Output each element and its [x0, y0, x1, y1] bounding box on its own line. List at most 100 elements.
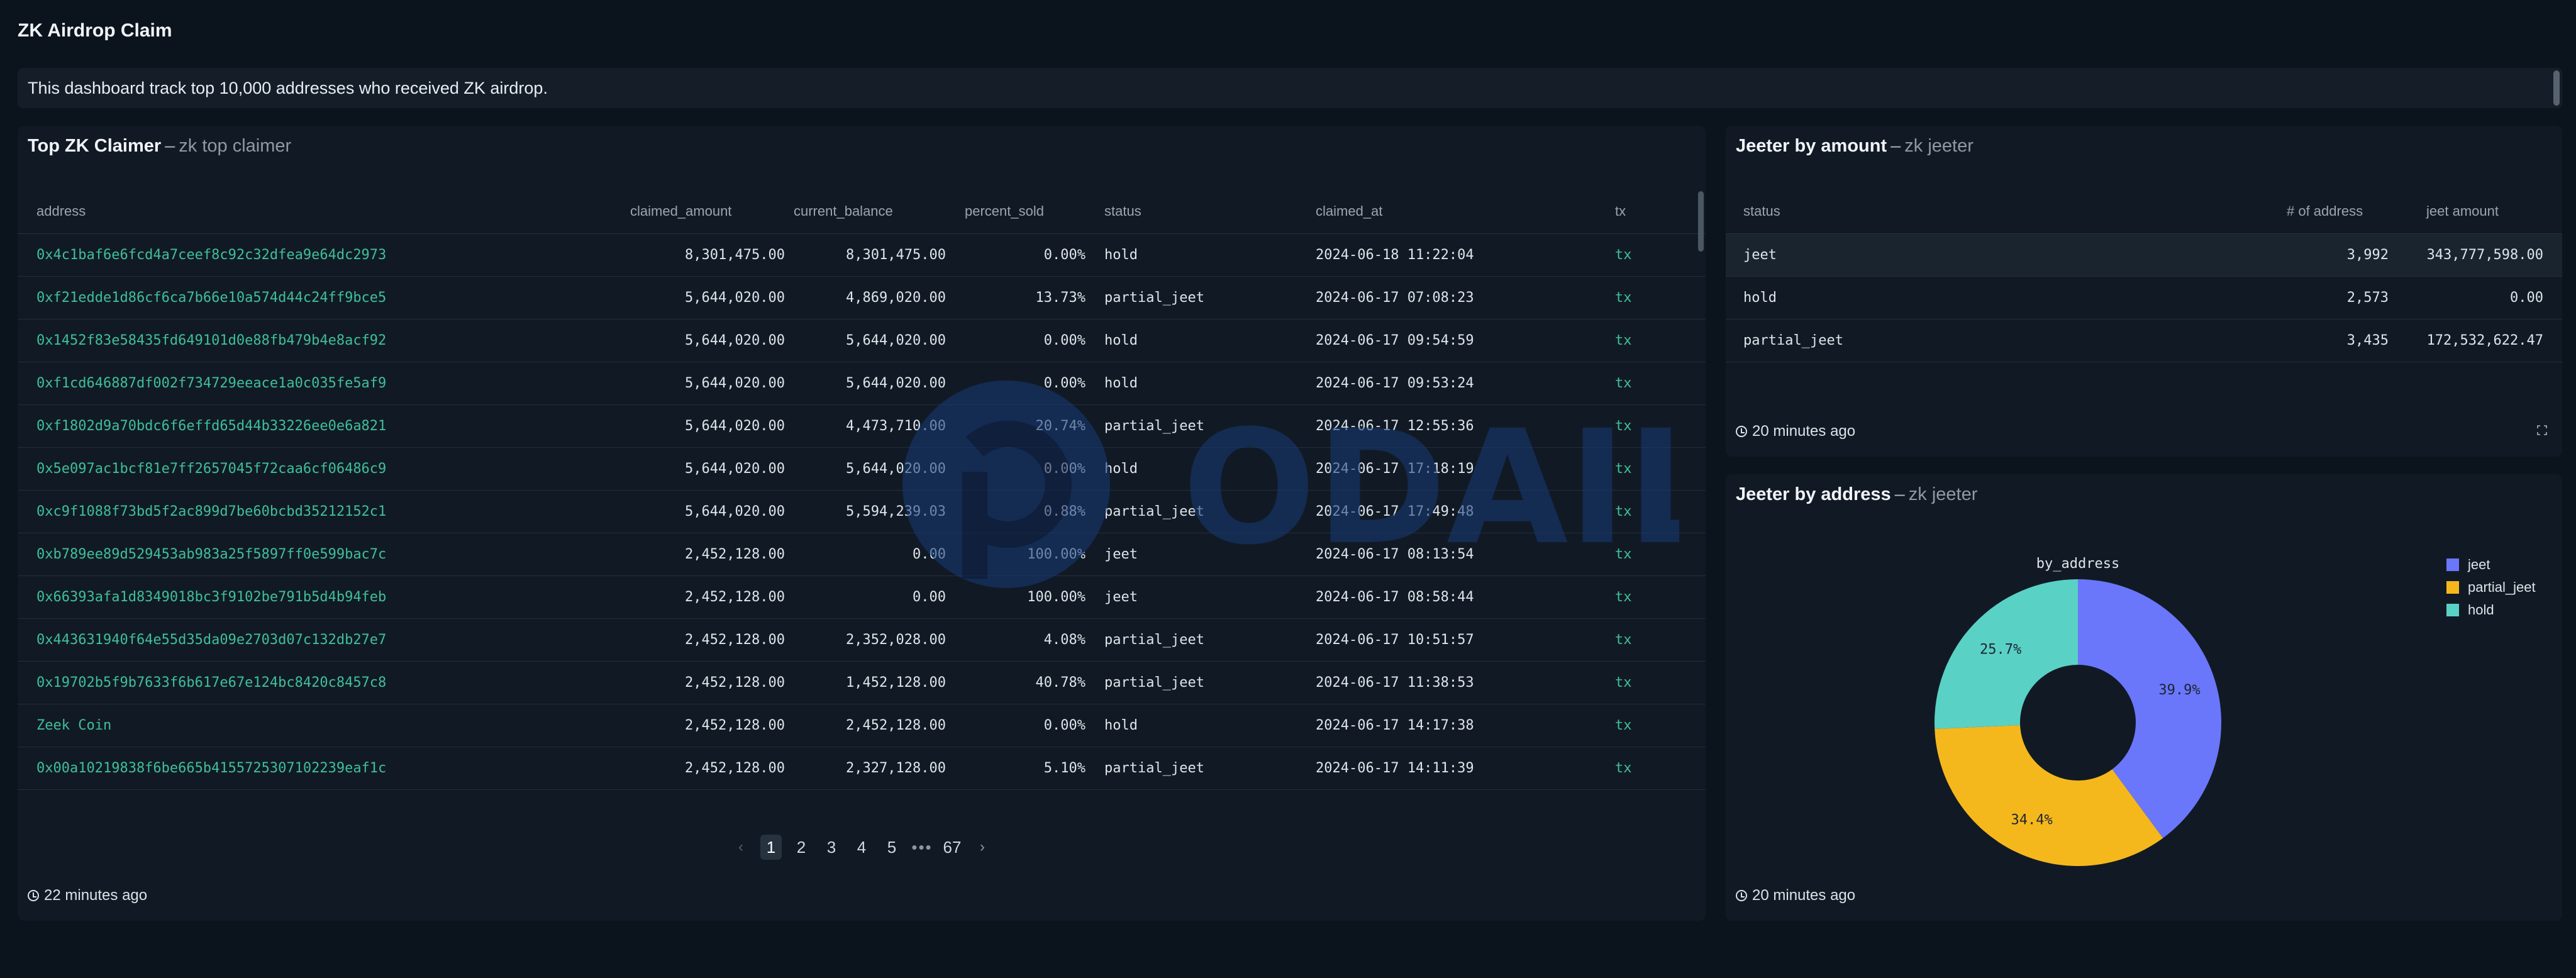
address-cell[interactable]: 0x1452f83e58435fd649101d0e88fb479b4e8acf… — [36, 320, 386, 362]
column-header-current-balance[interactable]: current_balance — [794, 189, 893, 234]
legend-item-hold[interactable]: hold — [2446, 599, 2536, 621]
legend-item-partial-jeet[interactable]: partial_jeet — [2446, 576, 2536, 599]
page-ellipsis[interactable]: ••• — [911, 835, 933, 860]
tx-link[interactable]: tx — [1615, 491, 1632, 533]
column-header-status[interactable]: status — [1743, 189, 1780, 234]
panel-subtitle[interactable]: zk top claimer — [179, 136, 291, 156]
address-cell[interactable]: 0x40f2b1c2662bfd0874fe8ea1d255b764efc85d… — [36, 790, 378, 794]
tx-link[interactable]: tx — [1615, 234, 1632, 277]
tx-link[interactable]: tx — [1615, 576, 1632, 619]
tx-link[interactable]: tx — [1615, 405, 1632, 448]
tx-link[interactable]: tx — [1615, 362, 1632, 405]
status-cell: hold — [1104, 461, 1138, 477]
prev-page-button[interactable]: ‹ — [730, 835, 752, 860]
claimed-at-cell: 2024-06-17 09:54:59 — [1316, 333, 1474, 348]
tx-link[interactable]: tx — [1615, 619, 1632, 662]
tx-link[interactable]: tx — [1615, 448, 1632, 491]
address-cell[interactable]: 0x66393afa1d8349018bc3f9102be791b5d4b94f… — [36, 576, 386, 619]
jeeter-amount-title: Jeeter by amount – zk jeeter — [1736, 136, 1974, 157]
column-header-tx[interactable]: tx — [1615, 189, 1626, 234]
page-button-2[interactable]: 2 — [791, 835, 812, 860]
address-cell[interactable]: 0xc9f1088f73bd5f2ac899d7be60bcbd35212152… — [36, 491, 386, 533]
column-header-status[interactable]: status — [1104, 189, 1141, 234]
address-cell[interactable]: 0xb789ee89d529453ab983a25f5897ff0e599bac… — [36, 533, 386, 576]
column-header-percent-sold[interactable]: percent_sold — [965, 189, 1044, 234]
current-balance-cell: 0.00 — [913, 547, 946, 562]
address-count-cell: 3,435 — [2346, 333, 2389, 348]
panel-title-text: Jeeter by amount — [1736, 136, 1887, 156]
claimed-amount-cell: 2,452,128.00 — [685, 675, 785, 691]
updated-text: 22 minutes ago — [44, 887, 148, 904]
pie-chart: by_address 39.9% 34.4% 25.7% — [1935, 556, 2221, 866]
current-balance-cell: 5,644,020.00 — [846, 375, 946, 391]
jeet-amount-cell: 343,777,598.00 — [2426, 247, 2543, 263]
column-header-address-count[interactable]: # of address — [2287, 189, 2363, 234]
address-cell[interactable]: 0xf21edde1d86cf6ca7b66e10a574d44c24ff9bc… — [36, 277, 386, 320]
pie-slice-label: 34.4% — [2011, 812, 2053, 828]
tx-link[interactable]: tx — [1615, 320, 1632, 362]
percent-sold-cell: 0.00% — [1043, 375, 1085, 391]
table-row: 0x443631940f64e55d35da09e2703d07c132db27… — [18, 619, 1706, 662]
address-cell[interactable]: Zeek Coin — [36, 704, 111, 747]
address-cell[interactable]: 0xf1cd646887df002f734729eeace1a0c035fe5a… — [36, 362, 386, 405]
tx-link[interactable]: tx — [1615, 747, 1632, 790]
current-balance-cell: 0.00 — [913, 589, 946, 605]
legend-item-jeet[interactable]: jeet — [2446, 553, 2536, 576]
current-balance-cell: 5,644,020.00 — [846, 461, 946, 477]
column-header-claimed-at[interactable]: claimed_at — [1316, 189, 1382, 234]
table-row: 0xb789ee89d529453ab983a25f5897ff0e599bac… — [18, 533, 1706, 576]
table-scrollbar-thumb[interactable] — [1698, 191, 1704, 252]
expand-icon[interactable] — [2537, 425, 2547, 435]
claimed-amount-cell: 2,452,128.00 — [685, 760, 785, 776]
tx-link[interactable]: tx — [1615, 533, 1632, 576]
panel-subtitle[interactable]: zk jeeter — [1904, 136, 1974, 156]
page-button-4[interactable]: 4 — [851, 835, 872, 860]
tx-link[interactable]: tx — [1615, 790, 1632, 794]
status-cell: hold — [1104, 333, 1138, 348]
address-cell[interactable]: 0x443631940f64e55d35da09e2703d07c132db27… — [36, 619, 386, 662]
page-button-3[interactable]: 3 — [821, 835, 842, 860]
claimed-at-cell: 2024-06-17 08:58:44 — [1316, 589, 1474, 605]
description-scrollbar[interactable] — [2553, 70, 2560, 106]
claimed-at-cell: 2024-06-17 09:53:24 — [1316, 375, 1474, 391]
status-cell: jeet — [1104, 547, 1138, 562]
jeeter-by-address-panel: Jeeter by address – zk jeeter by_address 39… — [1726, 474, 2562, 921]
claimed-amount-cell: 2,452,128.00 — [685, 790, 785, 794]
percent-sold-cell: 0.00% — [1044, 790, 1085, 794]
percent-sold-cell: 0.00% — [1043, 461, 1085, 477]
column-header-address[interactable]: address — [36, 189, 86, 234]
table-row: 0x4c1baf6e6fcd4a7ceef8c92c32dfea9e64dc29… — [18, 234, 1706, 277]
claimed-amount-cell: 5,644,020.00 — [685, 504, 785, 520]
page-button-last[interactable]: 67 — [941, 835, 963, 860]
status-cell: jeet — [1743, 247, 1777, 263]
table-row: 0xf1cd646887df002f734729eeace1a0c035fe5a… — [18, 362, 1706, 405]
tx-link[interactable]: tx — [1615, 277, 1632, 320]
page-button-5[interactable]: 5 — [881, 835, 902, 860]
pie-legend: jeet partial_jeet hold — [2446, 553, 2536, 621]
address-cell[interactable]: 0x4c1baf6e6fcd4a7ceef8c92c32dfea9e64dc29… — [36, 234, 386, 277]
percent-sold-cell: 40.78% — [1035, 675, 1085, 691]
address-cell[interactable]: 0x00a10219838f6be665b4155725307102239eaf… — [36, 747, 386, 790]
column-header-claimed-amount[interactable]: claimed_amount — [630, 189, 731, 234]
percent-sold-cell: 0.00% — [1043, 718, 1085, 733]
claimed-at-cell: 2024-06-17 12:55:36 — [1316, 418, 1474, 434]
title-separator: – — [1890, 136, 1901, 156]
next-page-button[interactable]: › — [972, 835, 993, 860]
column-header-jeet-amount[interactable]: jeet amount — [2426, 189, 2499, 234]
table-scrollbar[interactable] — [1697, 189, 1706, 794]
tx-link[interactable]: tx — [1615, 704, 1632, 747]
title-separator: – — [165, 136, 175, 156]
current-balance-cell: 5,594,239.03 — [846, 504, 946, 520]
updated-text: 20 minutes ago — [1752, 423, 1856, 440]
address-cell[interactable]: 0xf1802d9a70bdc6f6effd65d44b33226ee0e6a8… — [36, 405, 386, 448]
pie-slice-partial-jeet[interactable] — [1935, 725, 2163, 866]
jeet-amount-cell: 172,532,622.47 — [2426, 333, 2543, 348]
table-row: 0x40f2b1c2662bfd0874fe8ea1d255b764efc85d… — [18, 790, 1706, 794]
page-button-1[interactable]: 1 — [760, 835, 782, 860]
clock-icon — [28, 890, 39, 901]
address-cell[interactable]: 0x19702b5f9b7633f6b617e67e124bc8420c8457… — [36, 662, 386, 704]
jeeter-by-amount-panel: Jeeter by amount – zk jeeter status # of a… — [1726, 126, 2562, 457]
tx-link[interactable]: tx — [1615, 662, 1632, 704]
percent-sold-cell: 100.00% — [1027, 547, 1085, 562]
address-cell[interactable]: 0x5e097ac1bcf81e7ff2657045f72caa6cf06486… — [36, 448, 386, 491]
